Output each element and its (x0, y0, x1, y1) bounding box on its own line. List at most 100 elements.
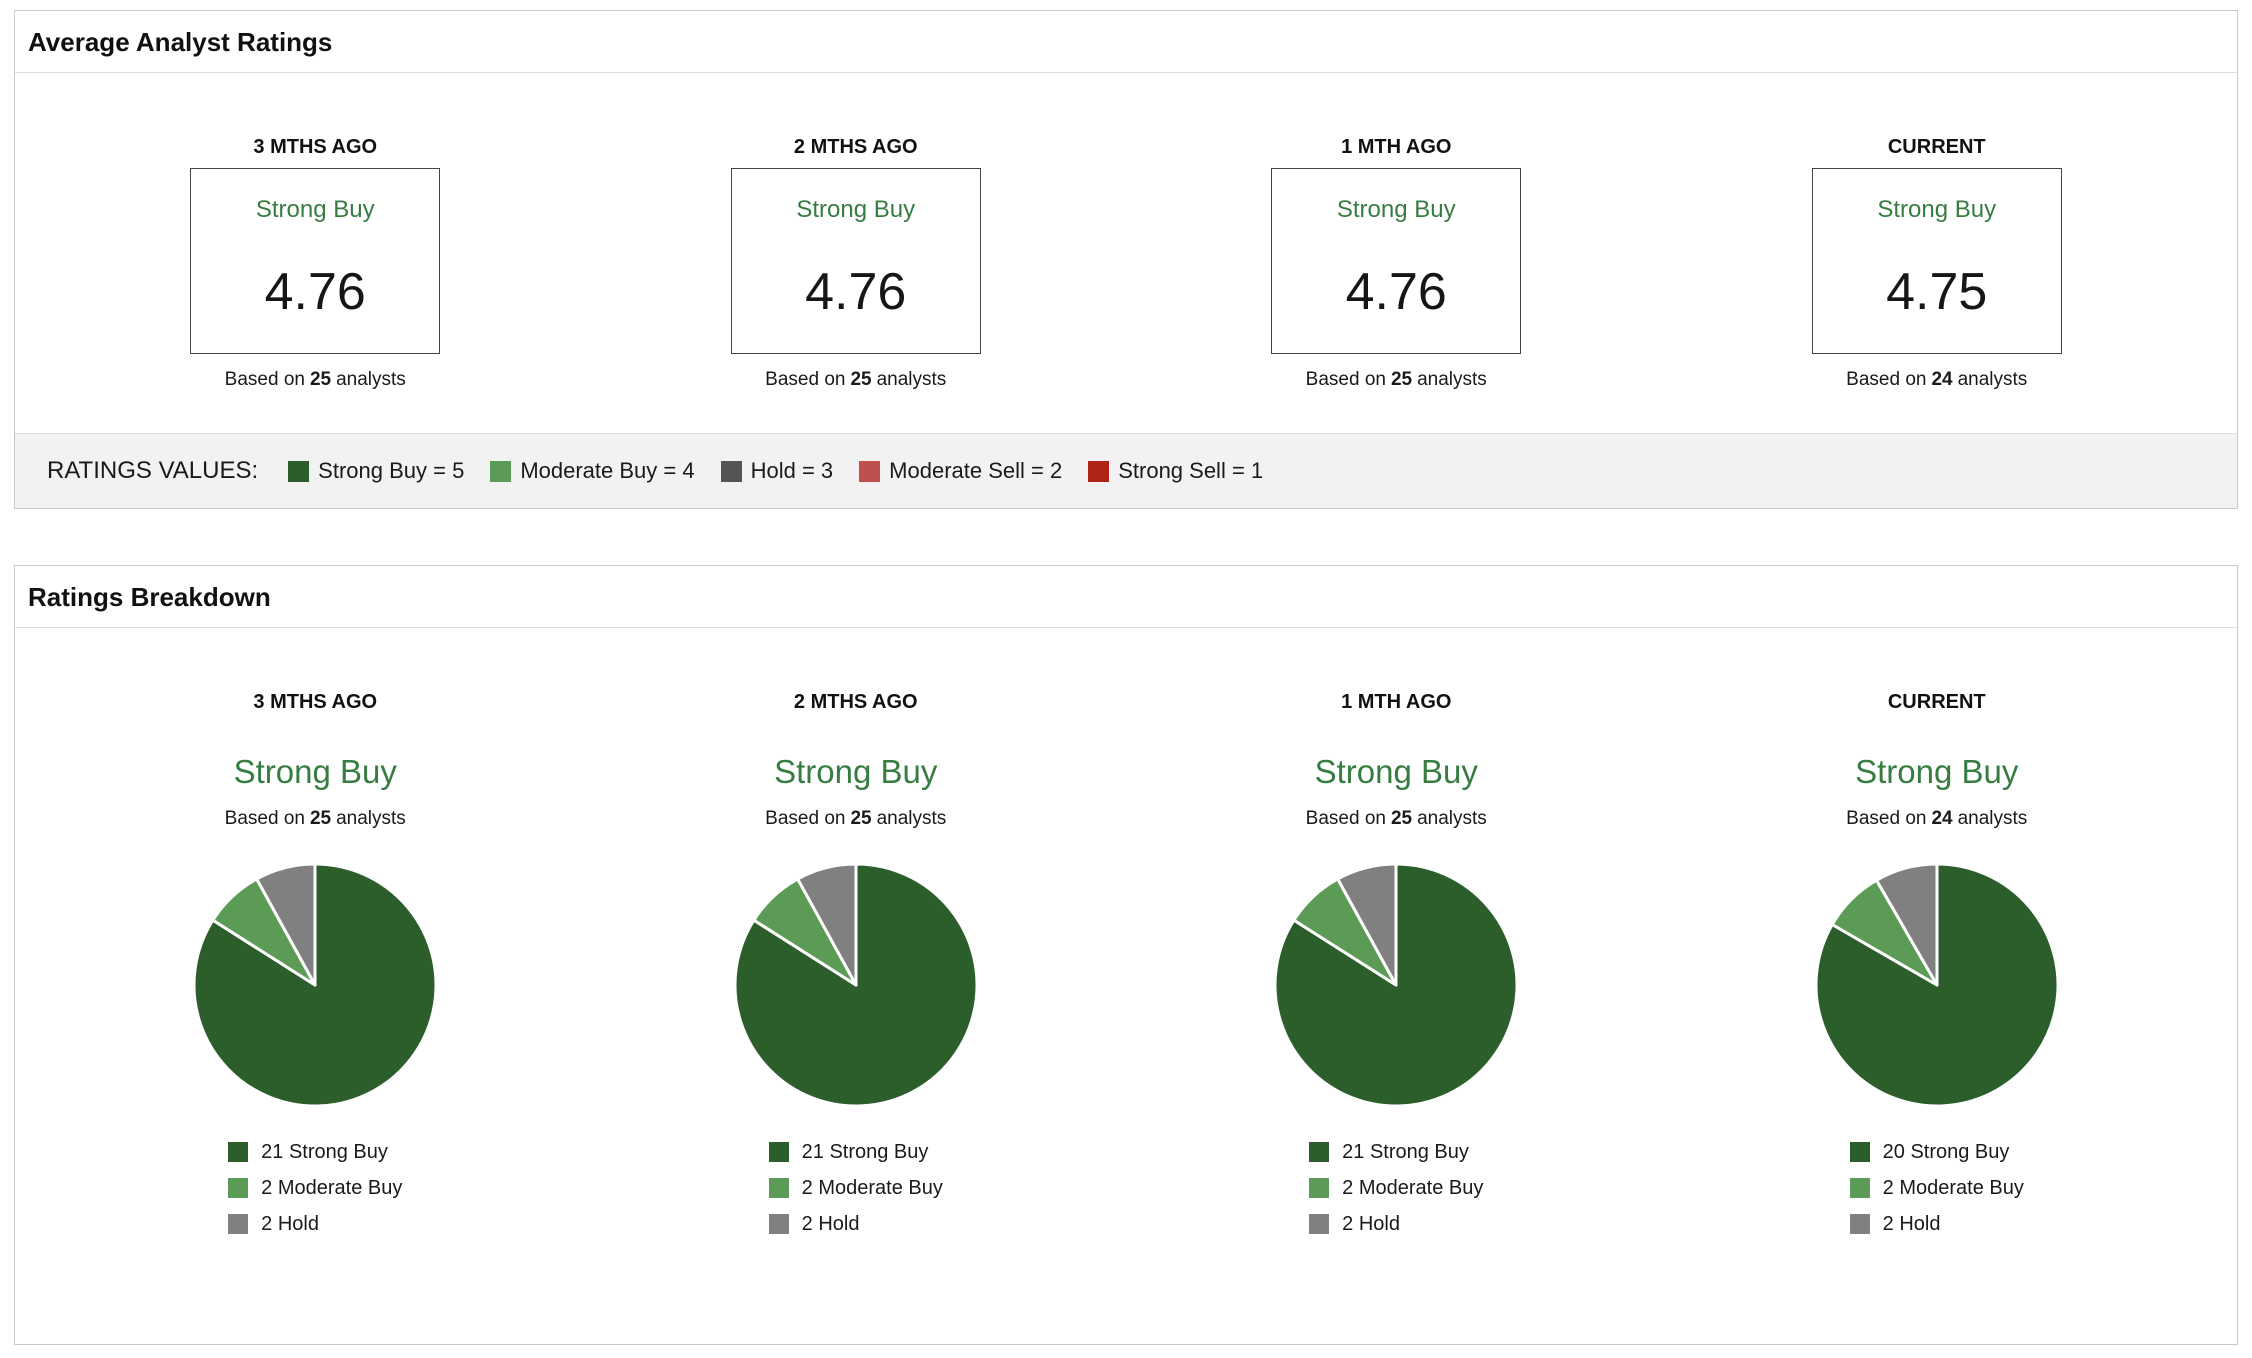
legend-item-label: 2 Hold (802, 1212, 860, 1236)
ratings-pie-chart (45, 860, 586, 1110)
consensus-rating-label: Strong Buy (1667, 750, 2208, 794)
based-on-prefix: Based on (765, 369, 845, 390)
ratings-breakdown-columns: 3 MTHS AGO Strong Buy Based on25analysts… (15, 628, 2237, 1344)
legend-item-label: 21 Strong Buy (1342, 1140, 1469, 1164)
ratings-values-label: RATINGS VALUES: (47, 457, 258, 485)
based-on-suffix: analysts (1958, 369, 2028, 390)
legend-color-swatch (859, 461, 880, 482)
average-rating-value: 4.76 (191, 264, 439, 320)
ratings-values-legend-item: Strong Buy = 5 (288, 458, 464, 484)
ratings-breakdown-title: Ratings Breakdown (15, 566, 2237, 628)
rating-period-column: 1 MTH AGO Strong Buy 4.76 Based on25anal… (1126, 135, 1667, 391)
legend-item-label: 2 Moderate Buy (1342, 1176, 1483, 1200)
legend-color-swatch (1309, 1214, 1329, 1234)
analyst-count: 24 (1931, 369, 1952, 390)
average-rating-box: Strong Buy 4.76 (731, 168, 981, 354)
legend-color-swatch (1850, 1214, 1870, 1234)
legend-item-label: 2 Moderate Buy (261, 1176, 402, 1200)
ratings-pie-chart (1126, 860, 1667, 1110)
based-on-suffix: analysts (1958, 808, 2028, 829)
pie-legend-row: 21 Strong Buy (769, 1140, 943, 1164)
legend-item-label: 2 Moderate Buy (802, 1176, 943, 1200)
rating-period-column: 3 MTHS AGO Strong Buy 4.76 Based on25ana… (45, 135, 586, 391)
period-header: 1 MTH AGO (1126, 135, 1667, 159)
pie-legend: 21 Strong Buy 2 Moderate Buy 2 Hold (769, 1140, 943, 1248)
breakdown-period-column: CURRENT Strong Buy Based on24analysts 20… (1667, 690, 2208, 1344)
pie-legend: 21 Strong Buy2 Moderate Buy2 Hold (1309, 1140, 1483, 1248)
legend-color-swatch (288, 461, 309, 482)
based-on-suffix: analysts (1417, 808, 1487, 829)
legend-item-label: 2 Hold (261, 1212, 319, 1236)
legend-item-label: 20 Strong Buy (1883, 1140, 2010, 1164)
legend-color-swatch (769, 1178, 789, 1198)
based-on-analysts: Based on25analysts (586, 808, 1127, 830)
ratings-breakdown-panel: Ratings Breakdown 3 MTHS AGO Strong Buy … (14, 565, 2238, 1345)
average-rating-box: Strong Buy 4.76 (1271, 168, 1521, 354)
legend-item-label: Strong Sell = 1 (1118, 458, 1263, 484)
consensus-rating-label: Strong Buy (732, 194, 980, 226)
legend-color-swatch (1309, 1178, 1329, 1198)
pie-legend-row: 2 Moderate Buy (1850, 1176, 2024, 1200)
analyst-count: 25 (850, 369, 871, 390)
legend-item-label: 2 Hold (1883, 1212, 1941, 1236)
based-on-prefix: Based on (225, 808, 305, 829)
legend-item-label: Hold = 3 (751, 458, 834, 484)
based-on-prefix: Based on (1306, 808, 1386, 829)
pie-legend-row: 20 Strong Buy (1850, 1140, 2024, 1164)
based-on-prefix: Based on (225, 369, 305, 390)
based-on-analysts: Based on25analysts (45, 808, 586, 830)
legend-color-swatch (769, 1142, 789, 1162)
legend-color-swatch (1309, 1142, 1329, 1162)
consensus-rating-label: Strong Buy (1126, 750, 1667, 794)
analyst-count: 25 (850, 808, 871, 829)
breakdown-period-column: 3 MTHS AGO Strong Buy Based on25analysts… (45, 690, 586, 1344)
legend-color-swatch (1850, 1142, 1870, 1162)
average-ratings-columns: 3 MTHS AGO Strong Buy 4.76 Based on25ana… (15, 73, 2237, 433)
based-on-prefix: Based on (1306, 369, 1386, 390)
legend-item-label: 21 Strong Buy (802, 1140, 929, 1164)
based-on-suffix: analysts (877, 808, 947, 829)
analyst-count: 25 (1391, 808, 1412, 829)
pie-legend-row: 21 Strong Buy (228, 1140, 402, 1164)
analyst-count: 25 (310, 808, 331, 829)
based-on-analysts: Based on24analysts (1667, 369, 2208, 391)
based-on-prefix: Based on (1846, 808, 1926, 829)
legend-color-swatch (228, 1178, 248, 1198)
ratings-values-legend-item: Strong Sell = 1 (1088, 458, 1263, 484)
based-on-suffix: analysts (336, 369, 406, 390)
based-on-analysts: Based on25analysts (45, 369, 586, 391)
period-header: 3 MTHS AGO (45, 135, 586, 159)
analyst-count: 25 (1391, 369, 1412, 390)
based-on-suffix: analysts (336, 808, 406, 829)
analyst-count: 24 (1931, 808, 1952, 829)
pie-legend-row: 2 Moderate Buy (228, 1176, 402, 1200)
period-header: CURRENT (1667, 135, 2208, 159)
based-on-analysts: Based on24 analysts (1667, 808, 2208, 830)
pie-legend-row: 2 Hold (228, 1212, 402, 1236)
ratings-pie-chart (586, 860, 1127, 1110)
based-on-suffix: analysts (1417, 369, 1487, 390)
based-on-analysts: Based on25analysts (586, 369, 1127, 391)
pie-legend: 21 Strong Buy 2 Moderate Buy 2 Hold (228, 1140, 402, 1248)
legend-item-label: Moderate Buy = 4 (520, 458, 694, 484)
average-analyst-ratings-panel: Average Analyst Ratings 3 MTHS AGO Stron… (14, 10, 2238, 509)
based-on-analysts: Based on25analysts (1126, 808, 1667, 830)
consensus-rating-label: Strong Buy (1813, 194, 2061, 226)
pie-legend-row: 2 Hold (1850, 1212, 2024, 1236)
pie-legend-row: 2 Moderate Buy (1309, 1176, 1483, 1200)
pie-legend-row: 2 Hold (769, 1212, 943, 1236)
ratings-pie-chart (1667, 860, 2208, 1110)
ratings-values-legend-item: Moderate Buy = 4 (490, 458, 694, 484)
rating-period-column: CURRENT Strong Buy 4.75 Based on24analys… (1667, 135, 2208, 391)
pie-legend-row: 2 Moderate Buy (769, 1176, 943, 1200)
period-header: 1 MTH AGO (1126, 690, 1667, 714)
period-header: 3 MTHS AGO (45, 690, 586, 714)
period-header: 2 MTHS AGO (586, 690, 1127, 714)
rating-period-column: 2 MTHS AGO Strong Buy 4.76 Based on25ana… (586, 135, 1127, 391)
average-rating-value: 4.76 (732, 264, 980, 320)
legend-color-swatch (1850, 1178, 1870, 1198)
breakdown-period-column: 1 MTH AGO Strong Buy Based on25analysts … (1126, 690, 1667, 1344)
based-on-analysts: Based on25analysts (1126, 369, 1667, 391)
ratings-values-bar: RATINGS VALUES: Strong Buy = 5 Moderate … (15, 433, 2237, 508)
legend-color-swatch (769, 1214, 789, 1234)
